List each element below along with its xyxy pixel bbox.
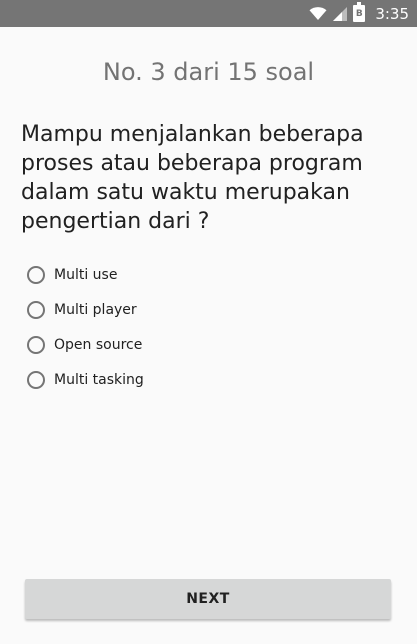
option-multi-player[interactable]: Multi player <box>27 292 144 327</box>
option-open-source[interactable]: Open source <box>27 327 144 362</box>
option-multi-tasking[interactable]: Multi tasking <box>27 362 144 397</box>
question-text: Mampu menjalankan beberapa proses atau b… <box>21 122 364 234</box>
wifi-icon <box>309 6 327 20</box>
option-label: Multi tasking <box>54 371 144 388</box>
radio-button[interactable] <box>27 300 45 319</box>
option-label: Multi player <box>54 301 137 318</box>
answer-options: Multi use Multi player Open source Multi… <box>27 257 144 397</box>
option-multi-use[interactable]: Multi use <box>27 257 144 292</box>
option-label: Multi use <box>54 266 118 283</box>
quiz-screen: B 3:35 No. 3 dari 15 soal Mampu menjalan… <box>0 0 417 644</box>
next-button[interactable]: NEXT <box>25 579 391 619</box>
radio-button[interactable] <box>27 265 45 284</box>
option-label: Open source <box>54 336 143 353</box>
battery-icon: B <box>353 2 366 22</box>
status-time: 3:35 <box>375 4 409 23</box>
status-bar: B 3:35 <box>0 0 417 27</box>
status-icons: B 3:35 <box>309 0 409 27</box>
question-counter: No. 3 dari 15 soal <box>102 58 315 86</box>
radio-button[interactable] <box>27 370 45 389</box>
battery-level-label: B <box>355 8 363 19</box>
cell-signal-icon <box>333 6 348 21</box>
radio-button[interactable] <box>27 335 45 354</box>
